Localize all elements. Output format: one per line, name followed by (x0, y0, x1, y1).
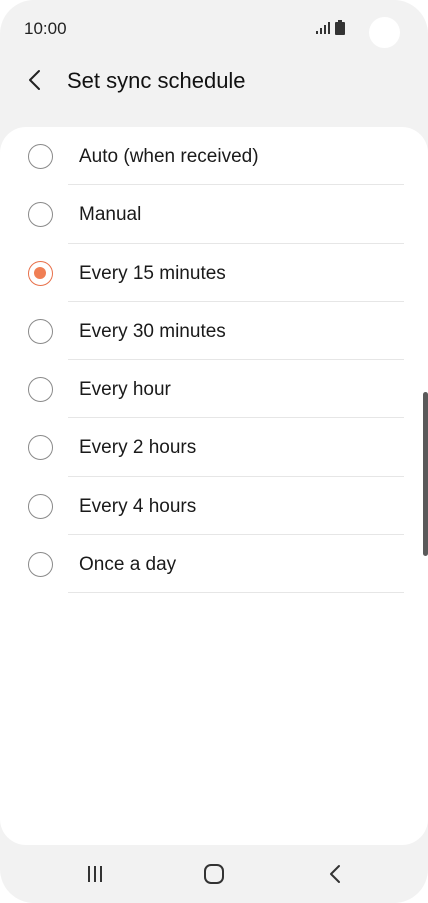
page-title: Set sync schedule (67, 68, 246, 93)
battery-icon (335, 20, 345, 35)
option-label: Every 30 minutes (79, 320, 226, 342)
phone-screen: 10:00 Set sync schedule Auto (when recei… (0, 0, 428, 903)
radio-button-checked[interactable] (28, 260, 53, 286)
status-time: 10:00 (24, 19, 67, 38)
back-icon (330, 865, 340, 883)
radio-button[interactable] (28, 435, 53, 461)
radio-button[interactable] (28, 144, 53, 169)
navigation-bar (0, 845, 428, 903)
home-button[interactable] (199, 861, 229, 887)
signal-icon (316, 22, 330, 34)
back-button[interactable] (320, 861, 350, 887)
radio-button[interactable] (28, 552, 53, 578)
radio-button[interactable] (28, 377, 53, 403)
option-label: Manual (79, 204, 142, 226)
radio-button[interactable] (28, 202, 53, 228)
radio-option[interactable]: Every 15 minutes (0, 244, 428, 302)
radio-option[interactable]: Manual (0, 185, 428, 244)
radio-option[interactable]: Every 4 hours (0, 477, 428, 536)
camera-cutout (369, 17, 400, 48)
option-label: Every 2 hours (79, 437, 197, 459)
option-list: Auto (when received) Manual Every 15 minut… (0, 127, 428, 594)
header: Set sync schedule (0, 56, 428, 106)
radio-option[interactable]: Every 2 hours (0, 418, 428, 477)
recents-button[interactable] (80, 861, 110, 887)
radio-option[interactable]: Once a day (0, 535, 428, 594)
radio-option[interactable]: Every hour (0, 360, 428, 419)
radio-option[interactable]: Auto (when received) (0, 127, 428, 186)
recents-icon (88, 866, 102, 882)
status-bar: 10:00 (0, 0, 428, 56)
radio-option[interactable]: Every 30 minutes (0, 302, 428, 361)
option-label: Every 4 hours (79, 495, 197, 517)
radio-button[interactable] (28, 318, 53, 344)
option-label: Auto (when received) (79, 146, 259, 167)
option-label: Every 15 minutes (79, 262, 226, 284)
option-label: Once a day (79, 554, 177, 576)
chevron-left-icon[interactable] (24, 68, 48, 92)
option-label: Every hour (79, 379, 171, 401)
scroll-indicator[interactable] (423, 392, 428, 556)
divider (68, 592, 404, 594)
options-card: Auto (when received) Manual Every 15 minut… (0, 127, 428, 845)
radio-button[interactable] (28, 493, 53, 519)
home-icon (204, 864, 224, 884)
